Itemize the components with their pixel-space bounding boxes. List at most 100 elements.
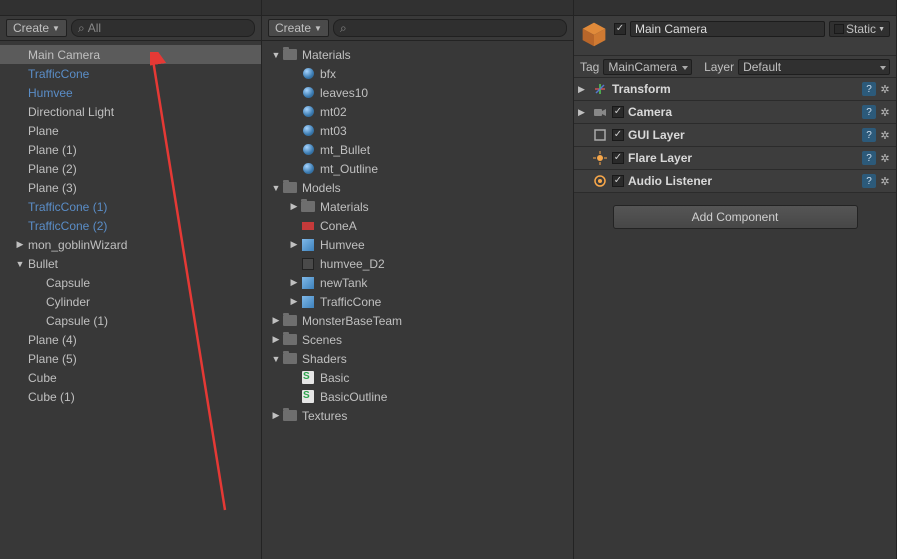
item-label: mt_Outline [318, 162, 378, 176]
hierarchy-item[interactable]: Cube [0, 368, 261, 387]
item-label: Textures [300, 409, 347, 423]
chevron-down-icon: ▼ [52, 24, 60, 33]
gear-icon[interactable]: ✲ [878, 128, 892, 142]
project-item[interactable]: ▶newTank [262, 273, 573, 292]
search-icon: ⌕ [340, 21, 347, 36]
help-icon[interactable]: ? [862, 151, 876, 165]
item-label: Capsule [44, 276, 90, 290]
mat-icon [300, 66, 316, 82]
help-icon[interactable]: ? [862, 105, 876, 119]
hierarchy-item[interactable]: Directional Light [0, 102, 261, 121]
item-label: Basic [318, 371, 349, 385]
component-transform[interactable]: ▶Transform?✲ [574, 78, 896, 101]
red-icon [300, 218, 316, 234]
hierarchy-item[interactable]: Plane (1) [0, 140, 261, 159]
project-item[interactable]: ▼Shaders [262, 349, 573, 368]
project-create-button[interactable]: Create ▼ [268, 19, 329, 37]
audio-icon [592, 173, 608, 189]
help-icon[interactable]: ? [862, 82, 876, 96]
hierarchy-item[interactable]: TrafficCone [0, 64, 261, 83]
component-enabled-checkbox[interactable]: ✓ [612, 129, 624, 141]
component-enabled-checkbox[interactable]: ✓ [612, 152, 624, 164]
tag-dropdown[interactable]: MainCamera [603, 59, 692, 75]
project-item[interactable]: ▶Scenes [262, 330, 573, 349]
hierarchy-item[interactable]: Cube (1) [0, 387, 261, 406]
item-label: Plane [26, 124, 59, 138]
project-item[interactable]: ▶TrafficCone [262, 292, 573, 311]
help-icon[interactable]: ? [862, 128, 876, 142]
hierarchy-item[interactable]: Humvee [0, 83, 261, 102]
chevron-right-icon: ▶ [270, 334, 282, 345]
item-label: Capsule (1) [44, 314, 108, 328]
static-checkbox[interactable] [834, 24, 844, 34]
project-item[interactable]: mt02 [262, 102, 573, 121]
project-item[interactable]: ▼Materials [262, 45, 573, 64]
gameobject-cube-icon [580, 20, 608, 48]
inspector-panel: ✓ Static ▼ Tag MainCamera Layer Default … [574, 0, 897, 559]
project-item[interactable]: mt_Bullet [262, 140, 573, 159]
hierarchy-item[interactable]: ▼Bullet [0, 254, 261, 273]
static-toggle[interactable]: Static ▼ [829, 21, 890, 37]
chevron-down-icon: ▼ [878, 26, 885, 33]
gameobject-name-input[interactable] [630, 21, 825, 37]
project-item[interactable]: bfx [262, 64, 573, 83]
inspector-components: ▶Transform?✲▶✓Camera?✲✓GUI Layer?✲✓Flare… [574, 78, 896, 193]
hierarchy-toolbar: Create ▼ ⌕ All [0, 16, 261, 41]
hierarchy-item[interactable]: Plane (2) [0, 159, 261, 178]
layer-dropdown[interactable]: Default [738, 59, 890, 75]
project-item[interactable]: ▶Humvee [262, 235, 573, 254]
project-item[interactable]: Basic [262, 368, 573, 387]
gear-icon[interactable]: ✲ [878, 151, 892, 165]
component-name: Camera [628, 105, 858, 119]
inspector-header: ✓ Static ▼ [574, 16, 896, 56]
component-audio-listener[interactable]: ✓Audio Listener?✲ [574, 170, 896, 193]
project-item[interactable]: ▶Textures [262, 406, 573, 425]
project-search-input[interactable]: ⌕ [333, 19, 567, 37]
project-item[interactable]: mt_Outline [262, 159, 573, 178]
inspector-title-bar [574, 0, 896, 16]
help-icon[interactable]: ? [862, 174, 876, 188]
project-item[interactable]: ▼Models [262, 178, 573, 197]
chevron-right-icon: ▶ [270, 315, 282, 326]
project-item[interactable]: leaves10 [262, 83, 573, 102]
item-label: TrafficCone (2) [26, 219, 107, 233]
tag-label: Tag [580, 60, 599, 74]
item-label: humvee_D2 [318, 257, 385, 271]
hierarchy-item[interactable]: Plane (5) [0, 349, 261, 368]
component-gui-layer[interactable]: ✓GUI Layer?✲ [574, 124, 896, 147]
folder-icon [282, 180, 298, 196]
project-item[interactable]: ▶ Materials [262, 197, 573, 216]
project-item[interactable]: ConeA [262, 216, 573, 235]
project-tree: ▼Materialsbfxleaves10mt02mt03mt_Bulletmt… [262, 41, 573, 559]
hierarchy-item[interactable]: Main Camera [0, 45, 261, 64]
hierarchy-item[interactable]: TrafficCone (2) [0, 216, 261, 235]
item-label: Humvee [26, 86, 73, 100]
project-item[interactable]: ▶MonsterBaseTeam [262, 311, 573, 330]
hierarchy-item[interactable]: ▶mon_goblinWizard [0, 235, 261, 254]
gear-icon[interactable]: ✲ [878, 174, 892, 188]
hierarchy-search-input[interactable]: ⌕ All [71, 19, 255, 37]
component-enabled-checkbox[interactable]: ✓ [612, 175, 624, 187]
hierarchy-item[interactable]: TrafficCone (1) [0, 197, 261, 216]
component-enabled-checkbox[interactable]: ✓ [612, 106, 624, 118]
chevron-right-icon: ▶ [288, 201, 300, 212]
gear-icon[interactable]: ✲ [878, 82, 892, 96]
add-component-button[interactable]: Add Component [613, 205, 858, 229]
hierarchy-item[interactable]: Capsule (1) [0, 311, 261, 330]
hierarchy-item[interactable]: Capsule [0, 273, 261, 292]
chevron-down-icon: ▼ [270, 354, 282, 364]
project-item[interactable]: mt03 [262, 121, 573, 140]
hierarchy-item[interactable]: Plane [0, 121, 261, 140]
project-item[interactable]: BasicOutline [262, 387, 573, 406]
gameobject-enabled-checkbox[interactable]: ✓ [614, 23, 626, 35]
component-camera[interactable]: ▶✓Camera?✲ [574, 101, 896, 124]
hierarchy-create-button[interactable]: Create ▼ [6, 19, 67, 37]
component-flare-layer[interactable]: ✓Flare Layer?✲ [574, 147, 896, 170]
item-label: Materials [300, 48, 351, 62]
gear-icon[interactable]: ✲ [878, 105, 892, 119]
hierarchy-item[interactable]: Plane (4) [0, 330, 261, 349]
hierarchy-item[interactable]: Cylinder [0, 292, 261, 311]
hierarchy-item[interactable]: Plane (3) [0, 178, 261, 197]
item-label: Materials [318, 200, 369, 214]
project-item[interactable]: humvee_D2 [262, 254, 573, 273]
